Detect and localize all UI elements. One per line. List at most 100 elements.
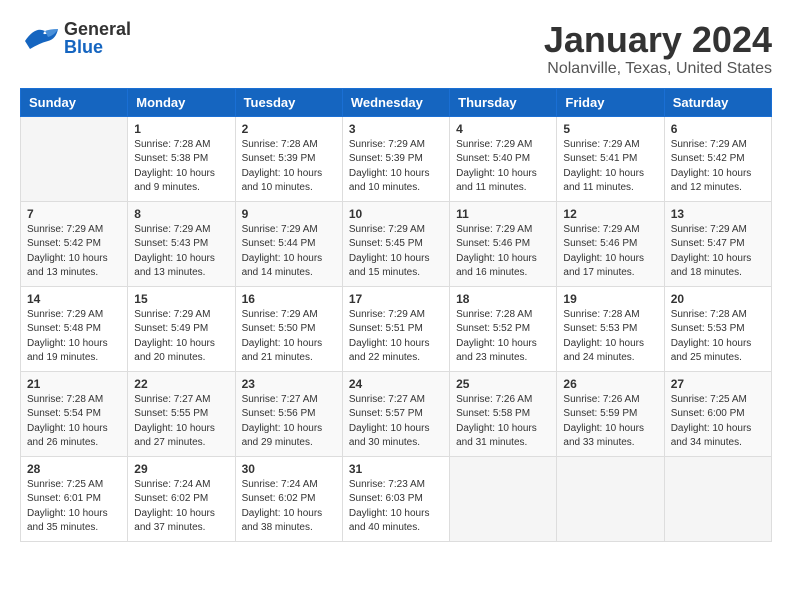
calendar-cell: 6 Sunrise: 7:29 AMSunset: 5:42 PMDayligh… [664,116,771,201]
day-number: 21 [27,377,121,391]
calendar-cell: 21 Sunrise: 7:28 AMSunset: 5:54 PMDaylig… [21,371,128,456]
day-number: 27 [671,377,765,391]
day-number: 8 [134,207,228,221]
calendar-cell: 2 Sunrise: 7:28 AMSunset: 5:39 PMDayligh… [235,116,342,201]
day-info: Sunrise: 7:29 AMSunset: 5:45 PMDaylight:… [349,224,430,279]
day-info: Sunrise: 7:25 AMSunset: 6:00 PMDaylight:… [671,394,752,449]
calendar-cell: 30 Sunrise: 7:24 AMSunset: 6:02 PMDaylig… [235,456,342,541]
day-header-friday: Friday [557,88,664,116]
calendar-cell: 25 Sunrise: 7:26 AMSunset: 5:58 PMDaylig… [450,371,557,456]
day-number: 29 [134,462,228,476]
day-info: Sunrise: 7:29 AMSunset: 5:49 PMDaylight:… [134,309,215,364]
calendar-cell: 19 Sunrise: 7:28 AMSunset: 5:53 PMDaylig… [557,286,664,371]
calendar-cell: 11 Sunrise: 7:29 AMSunset: 5:46 PMDaylig… [450,201,557,286]
day-number: 28 [27,462,121,476]
day-info: Sunrise: 7:27 AMSunset: 5:57 PMDaylight:… [349,394,430,449]
day-number: 6 [671,122,765,136]
day-number: 2 [242,122,336,136]
calendar-cell: 29 Sunrise: 7:24 AMSunset: 6:02 PMDaylig… [128,456,235,541]
day-info: Sunrise: 7:29 AMSunset: 5:39 PMDaylight:… [349,139,430,194]
calendar-cell: 20 Sunrise: 7:28 AMSunset: 5:53 PMDaylig… [664,286,771,371]
calendar-cell: 13 Sunrise: 7:29 AMSunset: 5:47 PMDaylig… [664,201,771,286]
day-info: Sunrise: 7:28 AMSunset: 5:38 PMDaylight:… [134,139,215,194]
day-header-sunday: Sunday [21,88,128,116]
calendar-cell: 24 Sunrise: 7:27 AMSunset: 5:57 PMDaylig… [342,371,449,456]
day-number: 26 [563,377,657,391]
calendar-cell: 17 Sunrise: 7:29 AMSunset: 5:51 PMDaylig… [342,286,449,371]
day-header-tuesday: Tuesday [235,88,342,116]
calendar-cell: 5 Sunrise: 7:29 AMSunset: 5:41 PMDayligh… [557,116,664,201]
day-info: Sunrise: 7:29 AMSunset: 5:43 PMDaylight:… [134,224,215,279]
logo-blue-text: Blue [64,38,131,56]
day-header-monday: Monday [128,88,235,116]
calendar-week-3: 14 Sunrise: 7:29 AMSunset: 5:48 PMDaylig… [21,286,772,371]
day-number: 13 [671,207,765,221]
calendar-cell: 26 Sunrise: 7:26 AMSunset: 5:59 PMDaylig… [557,371,664,456]
logo-bird-icon [20,21,60,56]
day-number: 15 [134,292,228,306]
calendar-cell: 4 Sunrise: 7:29 AMSunset: 5:40 PMDayligh… [450,116,557,201]
calendar-cell [21,116,128,201]
day-info: Sunrise: 7:28 AMSunset: 5:54 PMDaylight:… [27,394,108,449]
day-number: 31 [349,462,443,476]
day-info: Sunrise: 7:29 AMSunset: 5:46 PMDaylight:… [563,224,644,279]
day-number: 22 [134,377,228,391]
calendar-cell: 15 Sunrise: 7:29 AMSunset: 5:49 PMDaylig… [128,286,235,371]
day-number: 25 [456,377,550,391]
day-number: 23 [242,377,336,391]
calendar-cell: 7 Sunrise: 7:29 AMSunset: 5:42 PMDayligh… [21,201,128,286]
calendar-cell [450,456,557,541]
calendar-week-2: 7 Sunrise: 7:29 AMSunset: 5:42 PMDayligh… [21,201,772,286]
day-info: Sunrise: 7:29 AMSunset: 5:50 PMDaylight:… [242,309,323,364]
calendar-cell: 31 Sunrise: 7:23 AMSunset: 6:03 PMDaylig… [342,456,449,541]
calendar-cell: 8 Sunrise: 7:29 AMSunset: 5:43 PMDayligh… [128,201,235,286]
day-info: Sunrise: 7:24 AMSunset: 6:02 PMDaylight:… [242,479,323,534]
day-number: 11 [456,207,550,221]
calendar-cell: 18 Sunrise: 7:28 AMSunset: 5:52 PMDaylig… [450,286,557,371]
calendar-cell: 22 Sunrise: 7:27 AMSunset: 5:55 PMDaylig… [128,371,235,456]
calendar-cell [557,456,664,541]
day-info: Sunrise: 7:29 AMSunset: 5:46 PMDaylight:… [456,224,537,279]
day-number: 4 [456,122,550,136]
calendar-week-5: 28 Sunrise: 7:25 AMSunset: 6:01 PMDaylig… [21,456,772,541]
day-info: Sunrise: 7:24 AMSunset: 6:02 PMDaylight:… [134,479,215,534]
calendar-table: SundayMondayTuesdayWednesdayThursdayFrid… [20,88,772,542]
calendar-cell: 1 Sunrise: 7:28 AMSunset: 5:38 PMDayligh… [128,116,235,201]
calendar-cell: 28 Sunrise: 7:25 AMSunset: 6:01 PMDaylig… [21,456,128,541]
day-info: Sunrise: 7:29 AMSunset: 5:42 PMDaylight:… [671,139,752,194]
main-title: January 2024 [544,20,772,60]
day-number: 9 [242,207,336,221]
calendar-cell: 27 Sunrise: 7:25 AMSunset: 6:00 PMDaylig… [664,371,771,456]
day-info: Sunrise: 7:23 AMSunset: 6:03 PMDaylight:… [349,479,430,534]
day-number: 30 [242,462,336,476]
day-number: 17 [349,292,443,306]
day-info: Sunrise: 7:29 AMSunset: 5:44 PMDaylight:… [242,224,323,279]
day-number: 14 [27,292,121,306]
day-number: 3 [349,122,443,136]
day-number: 18 [456,292,550,306]
day-number: 1 [134,122,228,136]
day-number: 5 [563,122,657,136]
calendar-cell: 9 Sunrise: 7:29 AMSunset: 5:44 PMDayligh… [235,201,342,286]
calendar-cell: 10 Sunrise: 7:29 AMSunset: 5:45 PMDaylig… [342,201,449,286]
title-section: January 2024 Nolanville, Texas, United S… [544,20,772,78]
day-info: Sunrise: 7:28 AMSunset: 5:53 PMDaylight:… [671,309,752,364]
day-info: Sunrise: 7:27 AMSunset: 5:56 PMDaylight:… [242,394,323,449]
day-number: 19 [563,292,657,306]
page-header: General Blue January 2024 Nolanville, Te… [20,20,772,78]
day-info: Sunrise: 7:29 AMSunset: 5:51 PMDaylight:… [349,309,430,364]
day-info: Sunrise: 7:29 AMSunset: 5:47 PMDaylight:… [671,224,752,279]
logo-name: General Blue [64,20,131,56]
day-header-saturday: Saturday [664,88,771,116]
day-header-thursday: Thursday [450,88,557,116]
logo: General Blue [20,20,131,56]
day-info: Sunrise: 7:29 AMSunset: 5:41 PMDaylight:… [563,139,644,194]
calendar-header-row: SundayMondayTuesdayWednesdayThursdayFrid… [21,88,772,116]
day-info: Sunrise: 7:29 AMSunset: 5:48 PMDaylight:… [27,309,108,364]
calendar-cell: 12 Sunrise: 7:29 AMSunset: 5:46 PMDaylig… [557,201,664,286]
day-info: Sunrise: 7:28 AMSunset: 5:53 PMDaylight:… [563,309,644,364]
calendar-cell: 14 Sunrise: 7:29 AMSunset: 5:48 PMDaylig… [21,286,128,371]
day-number: 12 [563,207,657,221]
day-info: Sunrise: 7:28 AMSunset: 5:39 PMDaylight:… [242,139,323,194]
logo-general-text: General [64,20,131,38]
